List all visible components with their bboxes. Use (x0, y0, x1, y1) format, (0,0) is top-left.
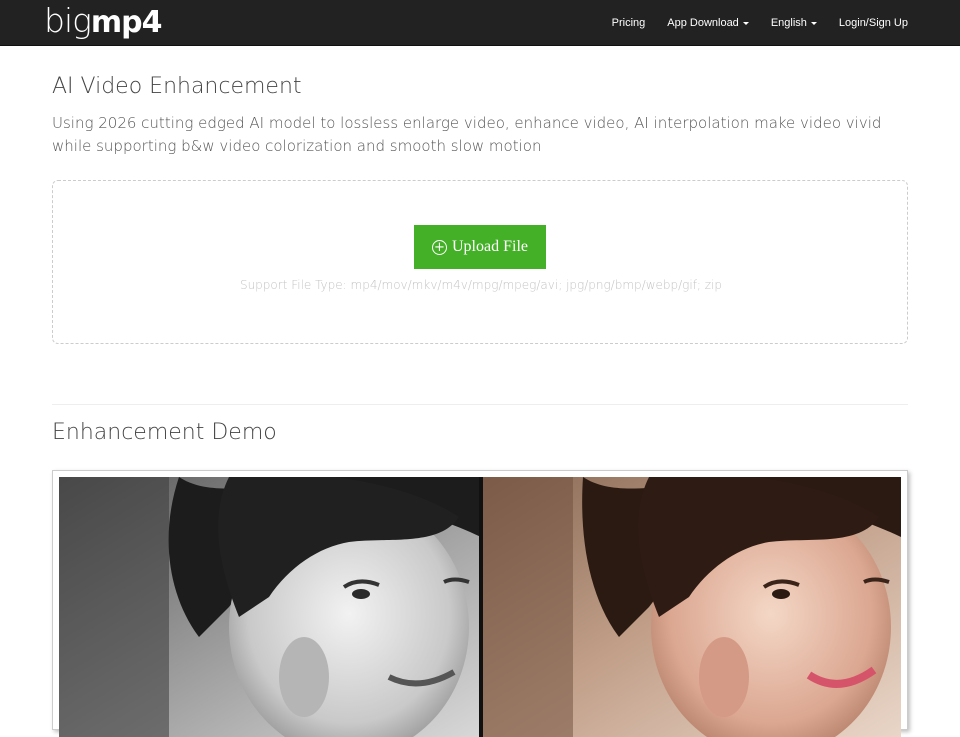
upload-file-button[interactable]: + Upload File (414, 225, 546, 269)
demo-section-title: Enhancement Demo (52, 420, 277, 445)
color-portrait-image (483, 477, 901, 737)
nav-login-signup-link[interactable]: Login/Sign Up (839, 17, 908, 29)
nav-pricing-link[interactable]: Pricing (612, 17, 646, 29)
upload-button-label: Upload File (452, 238, 528, 255)
caret-down-icon (810, 21, 817, 25)
caret-down-icon (742, 21, 749, 25)
plus-circle-icon: + (432, 239, 447, 255)
demo-after-image (483, 477, 901, 737)
upload-dropzone[interactable]: + Upload File Support File Type: mp4/mov… (52, 180, 908, 344)
enhancement-demo-frame (52, 470, 908, 737)
nav-app-download-label: App Download (667, 17, 739, 29)
logo-text-mp4: mp4 (90, 5, 163, 40)
section-divider (52, 404, 908, 405)
nav-app-download-dropdown[interactable]: App Download (667, 17, 749, 29)
bw-portrait-image (59, 477, 481, 737)
demo-before-image (59, 477, 481, 737)
nav-language-label: English (770, 17, 807, 29)
supported-file-types: Support File Type: mp4/mov/mkv/m4v/mpg/m… (239, 278, 723, 292)
nav-links: Pricing App Download English Login/Sign … (590, 0, 908, 46)
nav-login-label: Login/Sign Up (838, 17, 908, 29)
page-subtitle: Using 2026 cutting edged AI model to los… (52, 114, 882, 155)
page-title: AI Video Enhancement (52, 74, 302, 99)
top-navbar: big mp4 Pricing App Download English Logi… (0, 0, 960, 46)
nav-language-dropdown[interactable]: English (771, 17, 817, 29)
nav-pricing-label: Pricing (611, 17, 646, 29)
bigmp4-logo[interactable]: big mp4 (44, 1, 163, 42)
logo-text-big: big (44, 1, 92, 40)
